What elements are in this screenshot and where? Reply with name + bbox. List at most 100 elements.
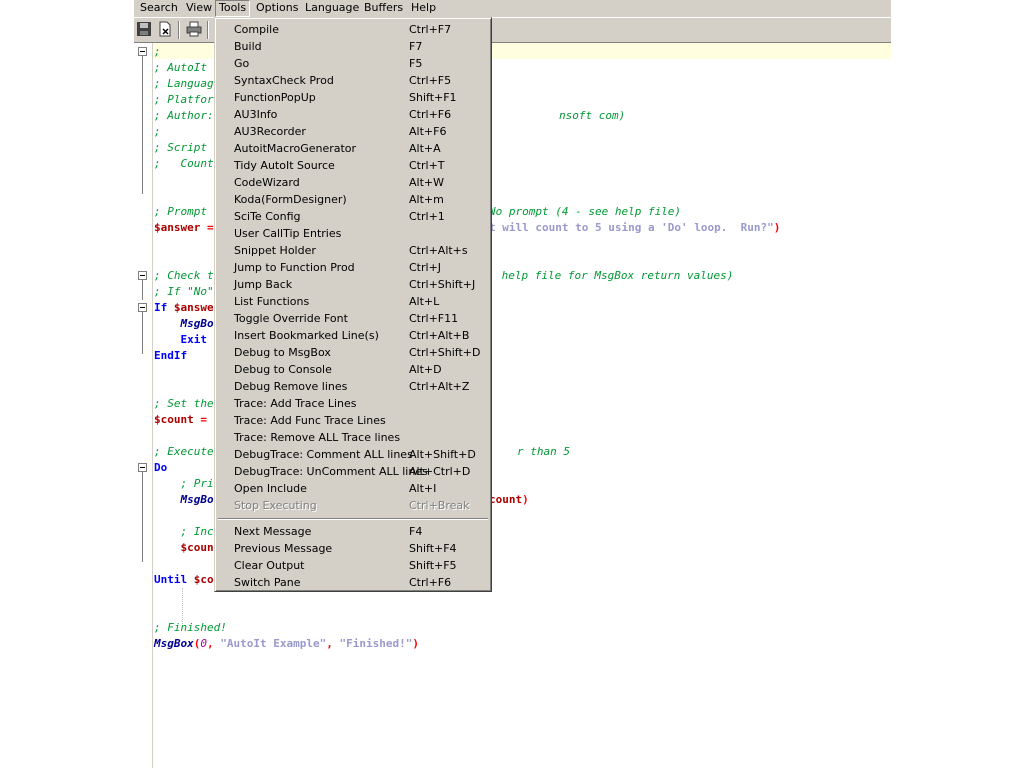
code-token: r than 5 <box>517 445 570 458</box>
tools-menu-item[interactable]: Jump Back Ctrl+Shift+J <box>218 276 488 293</box>
menu-options[interactable]: Options <box>256 0 298 17</box>
tools-menu-item[interactable]: User CallTip Entries <box>218 225 488 242</box>
fold-toggle-icon[interactable] <box>138 271 147 280</box>
code-token: t will count to 5 using a 'Do' loop. Run… <box>489 221 774 234</box>
code-line: ; Check t <box>154 268 214 284</box>
tools-menu-item[interactable]: Toggle Override Font Ctrl+F11 <box>218 310 488 327</box>
code-token: 0 <box>200 637 207 650</box>
menu-item-shortcut: Ctrl+F6 <box>409 576 452 589</box>
code-line: ; Pri <box>154 476 214 492</box>
menu-language[interactable]: Language <box>305 0 359 17</box>
code-line: ; Set the <box>154 396 214 412</box>
menu-buffers[interactable]: Buffers <box>364 0 403 17</box>
tools-menu-item[interactable]: Switch Pane Ctrl+F6 <box>218 574 488 591</box>
code-token: ) <box>522 493 529 506</box>
menu-view[interactable]: View <box>186 0 212 17</box>
tools-menu-item[interactable]: AU3Recorder Alt+F6 <box>218 123 488 140</box>
menu-item-shortcut: Ctrl+T <box>409 159 445 172</box>
menu-item-shortcut: Alt+A <box>409 142 441 155</box>
toolbar-separator <box>178 21 180 39</box>
code-token: ; Count <box>154 157 214 170</box>
fold-line <box>142 312 143 354</box>
tools-menu-item[interactable]: Insert Bookmarked Line(s) Ctrl+Alt+B <box>218 327 488 344</box>
menu-item-label: DebugTrace: Comment ALL lines <box>234 448 413 461</box>
menu-item-label: Clear Output <box>234 559 305 572</box>
code-line: help file for MsgBox return values) <box>495 268 734 284</box>
tools-menu-item[interactable]: Trace: Add Func Trace Lines <box>218 412 488 429</box>
code-token: , <box>326 637 340 650</box>
tools-menu-item[interactable]: Open Include Alt+I <box>218 480 488 497</box>
code-token: ; <box>154 45 161 58</box>
tools-menu-item[interactable]: FunctionPopUp Shift+F1 <box>218 89 488 106</box>
tools-menu-item[interactable]: AutoitMacroGenerator Alt+A <box>218 140 488 157</box>
code-token: EndIf <box>154 349 188 362</box>
print-icon[interactable] <box>186 21 204 39</box>
menu-item-label: Jump Back <box>234 278 293 291</box>
tools-menu-item[interactable]: Jump to Function Prod Ctrl+J <box>218 259 488 276</box>
menu-item-shortcut: Alt+D <box>409 363 442 376</box>
tools-menu-item[interactable]: Go F5 <box>218 55 488 72</box>
tools-menu-item[interactable]: DebugTrace: Comment ALL lines Alt+Shift+D <box>218 446 488 463</box>
menu-bar: Search View Tools Options Language Buffe… <box>134 0 891 18</box>
menu-item-label: List Functions <box>234 295 310 308</box>
menu-item-label: SciTe Config <box>234 210 301 223</box>
fold-toggle-icon[interactable] <box>138 47 147 56</box>
code-line: MsgBo <box>154 316 214 332</box>
tools-menu-item[interactable]: DebugTrace: UnComment ALL lines Alt+Ctrl+… <box>218 463 488 480</box>
menu-item-shortcut: Alt+F6 <box>409 125 447 138</box>
tools-menu-item[interactable]: Koda(FormDesigner) Alt+m <box>218 191 488 208</box>
tools-menu-item: Stop Executing Ctrl+Break <box>218 497 488 514</box>
code-token: $answer <box>154 221 201 234</box>
tools-menu-item[interactable]: SciTe Config Ctrl+1 <box>218 208 488 225</box>
menu-item-shortcut: Ctrl+Break <box>409 499 470 512</box>
close-file-icon[interactable] <box>157 21 175 39</box>
tools-menu-item[interactable]: Debug to MsgBox Ctrl+Shift+D <box>218 344 488 361</box>
tools-menu-item[interactable]: CodeWizard Alt+W <box>218 174 488 191</box>
code-token: Do <box>154 461 168 474</box>
tools-menu-item[interactable]: List Functions Alt+L <box>218 293 488 310</box>
menu-tools[interactable]: Tools <box>215 0 251 17</box>
code-token: ) <box>412 637 419 650</box>
menu-item-shortcut: Ctrl+F7 <box>409 23 452 36</box>
code-token: ; If "No" <box>154 285 214 298</box>
code-line: ; Count <box>154 156 214 172</box>
menu-item-label: CodeWizard <box>234 176 300 189</box>
code-token: ; Check t <box>154 269 214 282</box>
menu-item-shortcut: F7 <box>409 40 423 53</box>
menu-item-label: Tidy AutoIt Source <box>234 159 335 172</box>
tools-menu-item[interactable]: Debug to Console Alt+D <box>218 361 488 378</box>
tools-menu-item[interactable]: Clear Output Shift+F5 <box>218 557 488 574</box>
tools-menu-item[interactable]: Debug Remove lines Ctrl+Alt+Z <box>218 378 488 395</box>
tools-menu-item[interactable]: AU3Info Ctrl+F6 <box>218 106 488 123</box>
menu-item-shortcut: Ctrl+F11 <box>409 312 459 325</box>
tools-menu-item[interactable]: Trace: Add Trace Lines <box>218 395 488 412</box>
menu-item-label: Next Message <box>234 525 312 538</box>
menu-item-shortcut: F5 <box>409 57 423 70</box>
menu-item-label: DebugTrace: UnComment ALL lines <box>234 465 428 478</box>
menu-item-shortcut: Alt+Shift+D <box>409 448 476 461</box>
menu-item-shortcut: Ctrl+Alt+B <box>409 329 470 342</box>
fold-line <box>142 56 143 194</box>
code-line: ; <box>154 44 161 60</box>
fold-toggle-icon[interactable] <box>138 303 147 312</box>
menu-item-shortcut: Shift+F4 <box>409 542 457 555</box>
save-icon[interactable] <box>136 21 154 39</box>
fold-margin <box>134 43 153 768</box>
tools-menu-item[interactable]: Trace: Remove ALL Trace lines <box>218 429 488 446</box>
menu-help[interactable]: Help <box>411 0 436 17</box>
tools-menu-item[interactable]: Compile Ctrl+F7 <box>218 21 488 38</box>
tools-menu-item[interactable]: SyntaxCheck Prod Ctrl+F5 <box>218 72 488 89</box>
tools-menu-item[interactable]: Tidy AutoIt Source Ctrl+T <box>218 157 488 174</box>
menu-item-shortcut: Shift+F1 <box>409 91 457 104</box>
code-token: help file for MsgBox return values) <box>495 269 734 282</box>
menu-item-label: AutoitMacroGenerator <box>234 142 357 155</box>
tools-menu-item[interactable]: Build F7 <box>218 38 488 55</box>
tools-menu-item[interactable]: Snippet Holder Ctrl+Alt+s <box>218 242 488 259</box>
menu-search[interactable]: Search <box>140 0 178 17</box>
tools-menu-item[interactable]: Next Message F4 <box>218 523 488 540</box>
menu-item-label: Koda(FormDesigner) <box>234 193 347 206</box>
fold-toggle-icon[interactable] <box>138 463 147 472</box>
tools-menu-item[interactable]: Previous Message Shift+F4 <box>218 540 488 557</box>
